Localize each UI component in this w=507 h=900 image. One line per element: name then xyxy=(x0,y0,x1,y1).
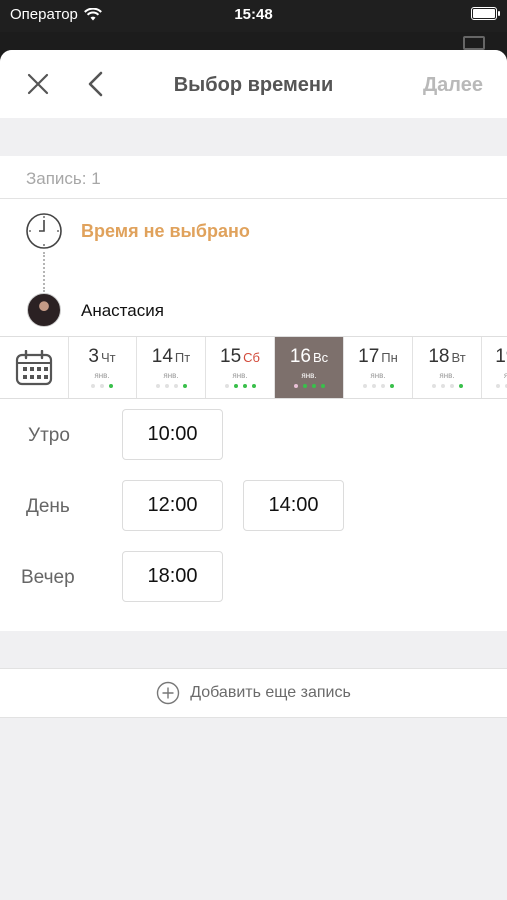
availability-dot xyxy=(458,384,463,388)
status-bar: Оператор 15:48 xyxy=(0,0,507,32)
weekday-label: Чт xyxy=(100,350,116,365)
time-slot-button[interactable]: 14:00 xyxy=(243,480,344,531)
weekday-label: Вс xyxy=(312,350,329,365)
weekday-label: Сб xyxy=(243,350,260,365)
day-cell[interactable]: 17 Пн янв. xyxy=(344,337,413,398)
weekday-label: Пн xyxy=(381,350,398,365)
time-slot-button[interactable]: 12:00 xyxy=(122,480,223,531)
weekday-label: Пт xyxy=(174,350,191,365)
month-label: янв. xyxy=(94,371,110,380)
day-number: 18 Вт xyxy=(413,346,481,368)
availability-dots xyxy=(137,384,205,388)
day-number: 3 Чт xyxy=(68,346,136,368)
time-slot-button[interactable]: 18:00 xyxy=(122,551,223,602)
availability-dot xyxy=(182,384,187,388)
availability-dot xyxy=(380,384,385,388)
weekday-label: Вт xyxy=(451,350,466,365)
day-number: 19С xyxy=(482,346,507,368)
availability-dots xyxy=(206,384,274,388)
navigation-bar: Выбор времени Далее xyxy=(0,50,507,118)
day-cell[interactable]: 14 Пт янв. xyxy=(137,337,206,398)
availability-dot xyxy=(293,384,298,388)
availability-dots xyxy=(68,384,136,388)
plus-circle-icon xyxy=(157,681,180,705)
slot-row-evening: Вечер 18:00 xyxy=(0,551,507,622)
day-cell[interactable]: 15 Сб янв. xyxy=(206,337,275,398)
availability-dot xyxy=(431,384,436,388)
day-cell[interactable]: 19С янв. xyxy=(482,337,507,398)
availability-dot xyxy=(496,384,500,388)
timeline-connector xyxy=(43,252,45,292)
day-cell-selected[interactable]: 16 Вс янв. xyxy=(275,337,344,398)
record-number-label: Запись: 1 xyxy=(0,156,507,199)
day-cell[interactable]: 3 Чт янв. xyxy=(68,337,137,398)
record-card: Запись: 1 Время не выбрано Анастасия 3 Ч… xyxy=(0,156,507,631)
day-number-value: 19 xyxy=(495,346,507,367)
day-number: 14 Пт xyxy=(137,346,205,368)
master-name: Анастасия xyxy=(81,301,164,320)
slot-row-morning: Утро 10:00 xyxy=(0,409,507,480)
day-number-value: 16 xyxy=(289,346,311,367)
availability-dots xyxy=(482,384,507,388)
next-button[interactable]: Далее xyxy=(423,74,483,97)
availability-dots xyxy=(413,384,481,388)
availability-dots xyxy=(275,384,343,388)
month-label: янв. xyxy=(163,371,179,380)
availability-dot xyxy=(311,384,316,388)
day-number-value: 14 xyxy=(151,346,173,367)
month-label: янв. xyxy=(301,371,317,380)
month-label: янв. xyxy=(232,371,248,380)
month-label: янв. xyxy=(482,371,507,380)
availability-dot xyxy=(233,384,238,388)
availability-dot xyxy=(91,384,95,388)
availability-dot xyxy=(440,384,445,388)
master-avatar xyxy=(27,293,61,327)
availability-dot xyxy=(155,384,160,388)
month-label: янв. xyxy=(439,371,455,380)
availability-dot xyxy=(362,384,367,388)
calendar-button[interactable] xyxy=(0,337,69,398)
availability-dot xyxy=(164,384,169,388)
availability-dot xyxy=(449,384,454,388)
availability-dots xyxy=(344,384,412,388)
period-label-morning: Утро xyxy=(28,425,70,446)
list-icon xyxy=(463,36,485,50)
availability-dot xyxy=(320,384,325,388)
availability-dot xyxy=(389,384,394,388)
availability-dot xyxy=(224,384,229,388)
date-strip: 3 Чт янв. 14 Пт янв. 15 Сб янв. 16 Вс янв. 17 Пн янв. 1… xyxy=(0,336,507,399)
add-record-label: Добавить еще запись xyxy=(190,684,351,701)
availability-dot xyxy=(251,384,256,388)
add-record-button[interactable]: Добавить еще запись xyxy=(0,668,507,718)
day-number-value: 15 xyxy=(220,346,242,367)
time-slot-button[interactable]: 10:00 xyxy=(122,409,223,460)
availability-dot xyxy=(242,384,247,388)
availability-dot xyxy=(302,384,307,388)
calendar-icon xyxy=(15,349,53,385)
availability-dot xyxy=(100,384,104,388)
day-number-value: 18 xyxy=(428,346,450,367)
day-cell[interactable]: 18 Вт янв. xyxy=(413,337,482,398)
day-number-value: 17 xyxy=(358,346,380,367)
slot-row-day: День 12:00 14:00 xyxy=(0,480,507,551)
day-number-value: 3 xyxy=(88,346,99,367)
time-selection-sheet: Выбор времени Далее Запись: 1 Время не в… xyxy=(0,50,507,900)
clock-time: 15:48 xyxy=(234,6,273,23)
month-label: янв. xyxy=(370,371,386,380)
period-label-day: День xyxy=(26,496,70,517)
availability-dot xyxy=(371,384,376,388)
period-label-evening: Вечер xyxy=(21,567,75,588)
battery-icon xyxy=(471,7,500,20)
record-timeline: Время не выбрано Анастасия xyxy=(0,199,507,336)
day-number: 17 Пн xyxy=(344,346,412,368)
availability-dot xyxy=(173,384,178,388)
availability-dot xyxy=(109,384,113,388)
day-number: 16 Вс xyxy=(275,346,343,368)
time-slots: Утро 10:00 День 12:00 14:00 Вечер 18:00 xyxy=(0,399,507,622)
day-number: 15 Сб xyxy=(206,346,274,368)
clock-icon xyxy=(26,213,62,249)
time-status: Время не выбрано xyxy=(81,221,250,241)
background-app-icons xyxy=(463,36,485,50)
